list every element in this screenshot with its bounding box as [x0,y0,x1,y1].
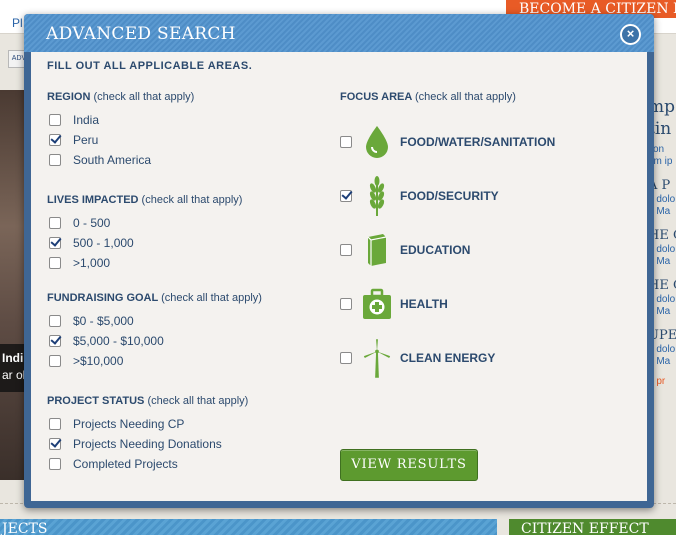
option-label: $0 - $5,000 [73,314,134,328]
book-icon [362,230,392,270]
option-label: Peru [73,133,99,147]
checkbox[interactable] [340,190,352,202]
option-label: 0 - 500 [73,216,111,230]
region-option-india[interactable]: India [49,112,99,128]
featured-caption-line2: ar ol [2,368,26,382]
fundraising-goal-section-title: FUNDRAISING GOAL (check all that apply) [47,292,262,304]
focus-label: EDUCATION [400,243,471,257]
checkbox[interactable] [49,458,61,470]
water-drop-icon [362,122,392,162]
focus-option-education[interactable]: EDUCATION [340,228,470,272]
focus-option-food-security[interactable]: FOOD/SECURITY [340,174,499,218]
featured-caption-line1: Indi [2,351,24,365]
modal-header: ADVANCED SEARCH × [24,14,654,52]
option-label: Projects Needing CP [73,417,185,431]
option-label: >$10,000 [73,354,124,368]
focus-option-clean-energy[interactable]: CLEAN ENERGY [340,336,495,380]
option-label: Completed Projects [73,457,178,471]
option-label: $5,000 - $10,000 [73,334,164,348]
checkbox[interactable] [49,237,61,249]
focus-label: FOOD/WATER/SANITATION [400,135,556,149]
region-hint: (check all that apply) [93,91,195,103]
checkbox[interactable] [49,154,61,166]
option-label: >1,000 [73,256,111,270]
region-option-peru[interactable]: Peru [49,132,98,148]
focus-label: HEALTH [400,297,448,311]
checkbox[interactable] [49,355,61,367]
checkbox[interactable] [340,136,352,148]
focus-option-food-water-sanitation[interactable]: FOOD/WATER/SANITATION [340,120,555,164]
fundraising-goal-hint: (check all that apply) [161,292,262,304]
modal-title: ADVANCED SEARCH [46,24,236,44]
lives-option-0-500[interactable]: 0 - 500 [49,215,110,231]
checkbox[interactable] [49,418,61,430]
projects-section-bar: JECTS [0,519,497,535]
wheat-icon [362,176,392,216]
checkbox[interactable] [49,134,61,146]
lives-impacted-section-title: LIVES IMPACTED (check all that apply) [47,194,242,206]
focus-area-section-title: FOCUS AREA (check all that apply) [340,91,516,103]
instructions-text: FILL OUT ALL APPLICABLE AREAS. [47,60,253,72]
modal-body: FILL OUT ALL APPLICABLE AREAS. REGION (c… [31,52,647,501]
goal-option-0-5000[interactable]: $0 - $5,000 [49,313,134,329]
checkbox[interactable] [49,335,61,347]
nav-link-fragment[interactable]: Pl [12,16,23,30]
checkbox[interactable] [340,352,352,364]
focus-area-title: FOCUS AREA [340,91,412,103]
featured-photo-caption: Indi ar ol [0,344,26,392]
option-label: 500 - 1,000 [73,236,134,250]
checkbox[interactable] [49,315,61,327]
citizen-effect-section-bar: CITIZEN EFFECT [509,519,676,535]
checkbox[interactable] [340,298,352,310]
wind-turbine-icon [362,338,392,378]
status-option-needing-donations[interactable]: Projects Needing Donations [49,436,222,452]
lives-option-500-1000[interactable]: 500 - 1,000 [49,235,134,251]
lives-impacted-hint: (check all that apply) [141,194,243,206]
focus-area-hint: (check all that apply) [414,91,516,103]
checkbox[interactable] [49,257,61,269]
region-option-south-america[interactable]: South America [49,152,151,168]
option-label: South America [73,153,152,167]
lives-option-over-1000[interactable]: >1,000 [49,255,110,271]
project-status-title: PROJECT STATUS [47,395,145,407]
region-section-title: REGION (check all that apply) [47,91,194,103]
checkbox[interactable] [340,244,352,256]
region-title: REGION [47,91,91,103]
project-status-section-title: PROJECT STATUS (check all that apply) [47,395,248,407]
advanced-search-modal: ADVANCED SEARCH × FILL OUT ALL APPLICABL… [24,14,654,508]
checkbox[interactable] [49,438,61,450]
first-aid-kit-icon [362,284,392,324]
fundraising-goal-title: FUNDRAISING GOAL [47,292,159,304]
checkbox[interactable] [49,114,61,126]
goal-option-over-10000[interactable]: >$10,000 [49,353,123,369]
project-status-hint: (check all that apply) [147,395,249,407]
view-results-button[interactable]: VIEW RESULTS [340,449,478,481]
status-option-needing-cp[interactable]: Projects Needing CP [49,416,184,432]
focus-label: CLEAN ENERGY [400,351,496,365]
close-icon[interactable]: × [620,24,641,45]
option-label: India [73,113,100,127]
checkbox[interactable] [49,217,61,229]
status-option-completed[interactable]: Completed Projects [49,456,178,472]
featured-photo [0,90,26,480]
option-label: Projects Needing Donations [73,437,222,451]
focus-option-health[interactable]: HEALTH [340,282,448,326]
goal-option-5000-10000[interactable]: $5,000 - $10,000 [49,333,164,349]
lives-impacted-title: LIVES IMPACTED [47,194,139,206]
focus-label: FOOD/SECURITY [400,189,499,203]
